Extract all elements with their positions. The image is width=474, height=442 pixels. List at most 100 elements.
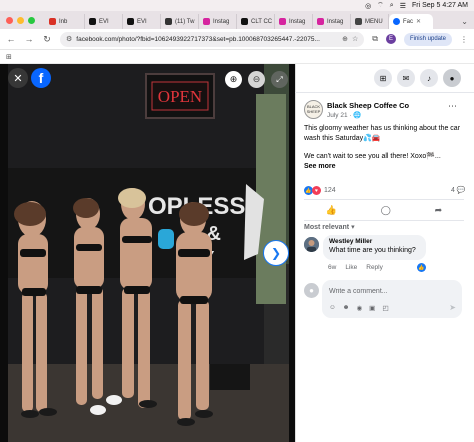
minimize-window-button[interactable] (17, 16, 24, 24)
fullscreen-icon[interactable]: ⤢ (271, 71, 288, 88)
tab-label: Instag (289, 18, 306, 25)
photo-viewer: OPEN OPLESS Y & DAY (0, 64, 295, 442)
send-comment-icon[interactable]: ➤ (449, 303, 456, 312)
tab-label: Instag (327, 18, 344, 25)
tab-label: MENU (365, 18, 383, 25)
panel-divider (295, 92, 474, 93)
caption-line-1: This gloomy weather has us thinking abou… (304, 125, 461, 142)
instagram-icon (317, 18, 324, 25)
zoom-window-button[interactable] (28, 16, 35, 24)
zoom-in-icon[interactable]: ⊕ (225, 71, 242, 88)
sticker-icon[interactable]: ◰ (382, 304, 388, 312)
close-window-button[interactable] (6, 16, 13, 24)
commenter-name[interactable]: Westley Miller (329, 238, 420, 245)
emoji-icon[interactable]: ☻ (343, 304, 350, 312)
menubar-clock[interactable]: Fri Sep 5 4:27 AM (412, 2, 468, 9)
close-tab-icon[interactable]: ✕ (416, 18, 421, 25)
back-arrow-icon[interactable]: ← (6, 34, 16, 44)
profile-avatar[interactable]: E (385, 34, 396, 44)
tab-twitch[interactable]: (11) Tw (161, 14, 199, 29)
like-button-icon[interactable]: 👍 (326, 205, 337, 216)
apps-grid-icon[interactable]: ⊞ (6, 53, 12, 61)
tab-label: EVI (137, 18, 147, 25)
browser-menu-icon[interactable]: ⋮ (460, 35, 468, 44)
comment-like-link[interactable]: Like (345, 264, 357, 271)
comment-sort-dropdown[interactable]: Most relevant ▾ (304, 223, 355, 231)
extensions-icon[interactable]: ⧉ (372, 34, 378, 44)
camera-icon[interactable]: ◉ (356, 304, 362, 312)
forward-arrow-icon[interactable]: → (24, 34, 34, 44)
page-avatar[interactable]: BLACK SHEEP (304, 100, 323, 119)
comment-reply-link[interactable]: Reply (366, 264, 383, 271)
address-bar[interactable]: ⚙ facebook.com/photo/?fbid=1062493922717… (60, 31, 365, 47)
menu-grid-icon[interactable]: ⊞ (374, 69, 392, 87)
see-more-link[interactable]: See more (304, 163, 336, 170)
actions-divider-bottom (304, 220, 464, 221)
caption-line-2: We can't wait to see you all there! Xoxo… (304, 153, 441, 160)
account-avatar-icon[interactable]: ● (443, 69, 461, 87)
comment-count[interactable]: 4 💬 (451, 186, 466, 194)
tab-instagram-1[interactable]: Instag (199, 14, 237, 29)
close-viewer-button[interactable]: ✕ (8, 68, 28, 88)
reload-icon[interactable]: ↻ (42, 34, 52, 45)
x-icon (127, 18, 134, 25)
tab-threads[interactable]: CLT CC (237, 14, 275, 29)
commenter-photo (304, 237, 319, 252)
x-icon (89, 18, 96, 25)
next-photo-button[interactable]: ❯ (263, 240, 289, 266)
avatar-sticker-icon[interactable]: ☺ (329, 304, 336, 312)
bookmarks-bar: ⊞ (0, 50, 474, 64)
tab-label: CLT CC (251, 18, 273, 25)
tab-facebook[interactable]: Fac ✕ (389, 14, 433, 29)
tab-label: Inb (59, 18, 68, 25)
comment-button-icon[interactable]: ◯ (381, 205, 391, 216)
zoom-out-icon[interactable]: ⊖ (248, 71, 265, 88)
zoom-icon[interactable]: ⊕ (342, 35, 348, 43)
comment-like-badge-icon: 👍 (417, 263, 426, 272)
tab-instagram-2[interactable]: Instag (275, 14, 313, 29)
tab-search-chevron-icon[interactable]: ⌄ (461, 14, 468, 29)
page-name[interactable]: Black Sheep Coffee Co (327, 101, 409, 110)
facebook-icon (393, 18, 400, 25)
control-center-icon[interactable]: ☰ (400, 2, 406, 10)
commenter-avatar[interactable] (304, 237, 319, 252)
post-photo[interactable]: OPEN OPLESS Y & DAY (8, 64, 289, 442)
header-icons: ⊞ ✉ ♪ ● (374, 69, 461, 87)
love-reaction-icon: ♥ (312, 186, 321, 195)
tab-strip: Inb EVI EVI (11) Tw Instag CLT CC Instag… (0, 11, 474, 29)
post-caption: This gloomy weather has us thinking abou… (304, 124, 464, 172)
search-icon[interactable]: ⌕ (390, 2, 394, 10)
gif-icon[interactable]: ▣ (369, 304, 375, 312)
macos-menubar: ◎ ⌔ ⌕ ☰ Fri Sep 5 4:27 AM (0, 0, 474, 11)
bookmark-star-icon[interactable]: ☆ (352, 35, 358, 43)
chrome-icon[interactable]: ◎ (365, 2, 371, 10)
url-text[interactable]: facebook.com/photo/?fbid=106249392271737… (76, 36, 338, 43)
reaction-count: 124 (324, 187, 336, 194)
twitch-icon (165, 18, 172, 25)
tab-x-2[interactable]: EVI (123, 14, 161, 29)
car-wash-photo: OPEN OPLESS Y & DAY (8, 64, 289, 442)
tab-menu[interactable]: MENU (351, 14, 389, 29)
reaction-summary[interactable]: 👍 ♥ 124 (304, 186, 336, 195)
comment-input[interactable] (329, 288, 455, 295)
tab-instagram-3[interactable]: Instag (313, 14, 351, 29)
comment-bubble: Westley Miller What time are you thinkin… (323, 235, 426, 260)
menu-icon (355, 18, 362, 25)
post-timestamp[interactable]: July 21 · 🌐 (327, 111, 361, 119)
tab-label: Fac (403, 18, 414, 25)
gmail-icon (49, 18, 56, 25)
wifi-icon[interactable]: ⌔ (377, 1, 384, 10)
share-button-icon[interactable]: ➦ (435, 205, 443, 216)
comment-meta: 6w Like Reply (328, 264, 383, 271)
tab-gmail[interactable]: Inb (45, 14, 85, 29)
tab-x-1[interactable]: EVI (85, 14, 123, 29)
comment-age[interactable]: 6w (328, 264, 336, 271)
comment-composer: ☺ ☻ ◉ ▣ ◰ ➤ (322, 280, 462, 318)
current-user-avatar[interactable]: ● (304, 283, 319, 298)
site-info-icon[interactable]: ⚙ (66, 35, 72, 43)
post-options-icon[interactable]: ⋯ (448, 101, 457, 112)
finish-update-button[interactable]: Finish update (403, 32, 452, 46)
messenger-icon[interactable]: ✉ (397, 69, 415, 87)
facebook-logo[interactable]: f (31, 68, 51, 88)
notifications-bell-icon[interactable]: ♪ (420, 69, 438, 87)
